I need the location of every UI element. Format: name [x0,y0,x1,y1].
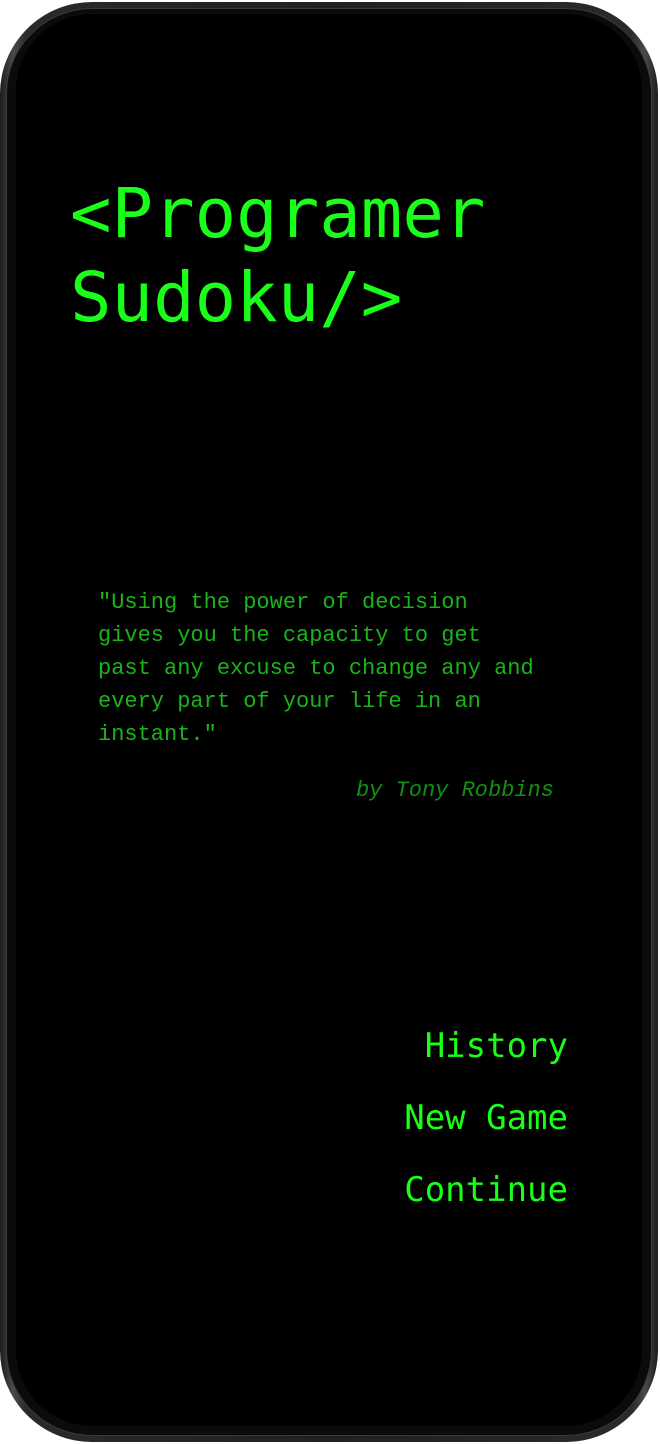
history-button[interactable]: History [425,1022,568,1070]
quote-text: "Using the power of decision gives you t… [98,586,578,751]
app-title: <Programer Sudoku/> [70,172,485,340]
new-game-button[interactable]: New Game [404,1094,568,1142]
app-title-line-2: Sudoku/> [70,258,403,338]
main-menu: History New Game Continue [404,1022,568,1238]
quote-line: instant." [98,722,217,747]
quote-author: by Tony Robbins [355,778,554,803]
quote-line: "Using the power of decision [98,590,468,615]
quote-line: past any excuse to change any and [98,656,534,681]
quote-line: every part of your life in an [98,689,481,714]
quote-line: gives you the capacity to get [98,623,481,648]
continue-button[interactable]: Continue [404,1166,568,1214]
app-title-line-1: <Programer [70,174,486,254]
